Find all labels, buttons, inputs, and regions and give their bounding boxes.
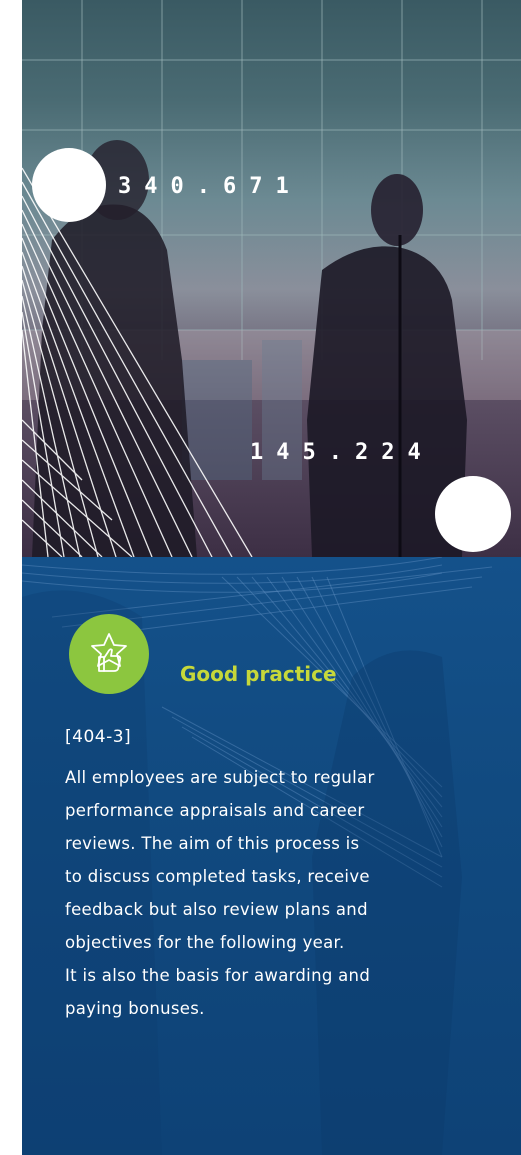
box-heading: Good practice (180, 662, 337, 686)
decorative-dot (435, 476, 511, 552)
box-body-text: All employees are subject to regular per… (65, 761, 510, 1025)
thumbs-up-star-icon (91, 633, 127, 672)
body-line: feedback but also review plans and (65, 900, 368, 919)
photo-illustration (22, 0, 521, 557)
gri-reference: [404-3] (65, 727, 132, 747)
body-line: to discuss completed tasks, receive (65, 867, 370, 886)
decorative-dot (32, 148, 106, 222)
body-line: paying bonuses. (65, 999, 205, 1018)
office-photo: 340.671 145.224 (22, 0, 521, 557)
body-line: performance appraisals and career (65, 801, 365, 820)
counter-top: 340.671 (118, 174, 302, 199)
good-practice-box: Good practice [404-3] All employees are … (22, 557, 521, 1155)
body-line: objectives for the following year. (65, 933, 345, 952)
body-line: All employees are subject to regular (65, 768, 375, 787)
counter-bottom: 145.224 (250, 440, 434, 465)
good-practice-badge (69, 614, 149, 694)
body-line: reviews. The aim of this process is (65, 834, 360, 853)
good-practice-panel: 340.671 145.224 Good practice [404-3] Al… (22, 0, 521, 1155)
body-line: It is also the basis for awarding and (65, 966, 371, 985)
